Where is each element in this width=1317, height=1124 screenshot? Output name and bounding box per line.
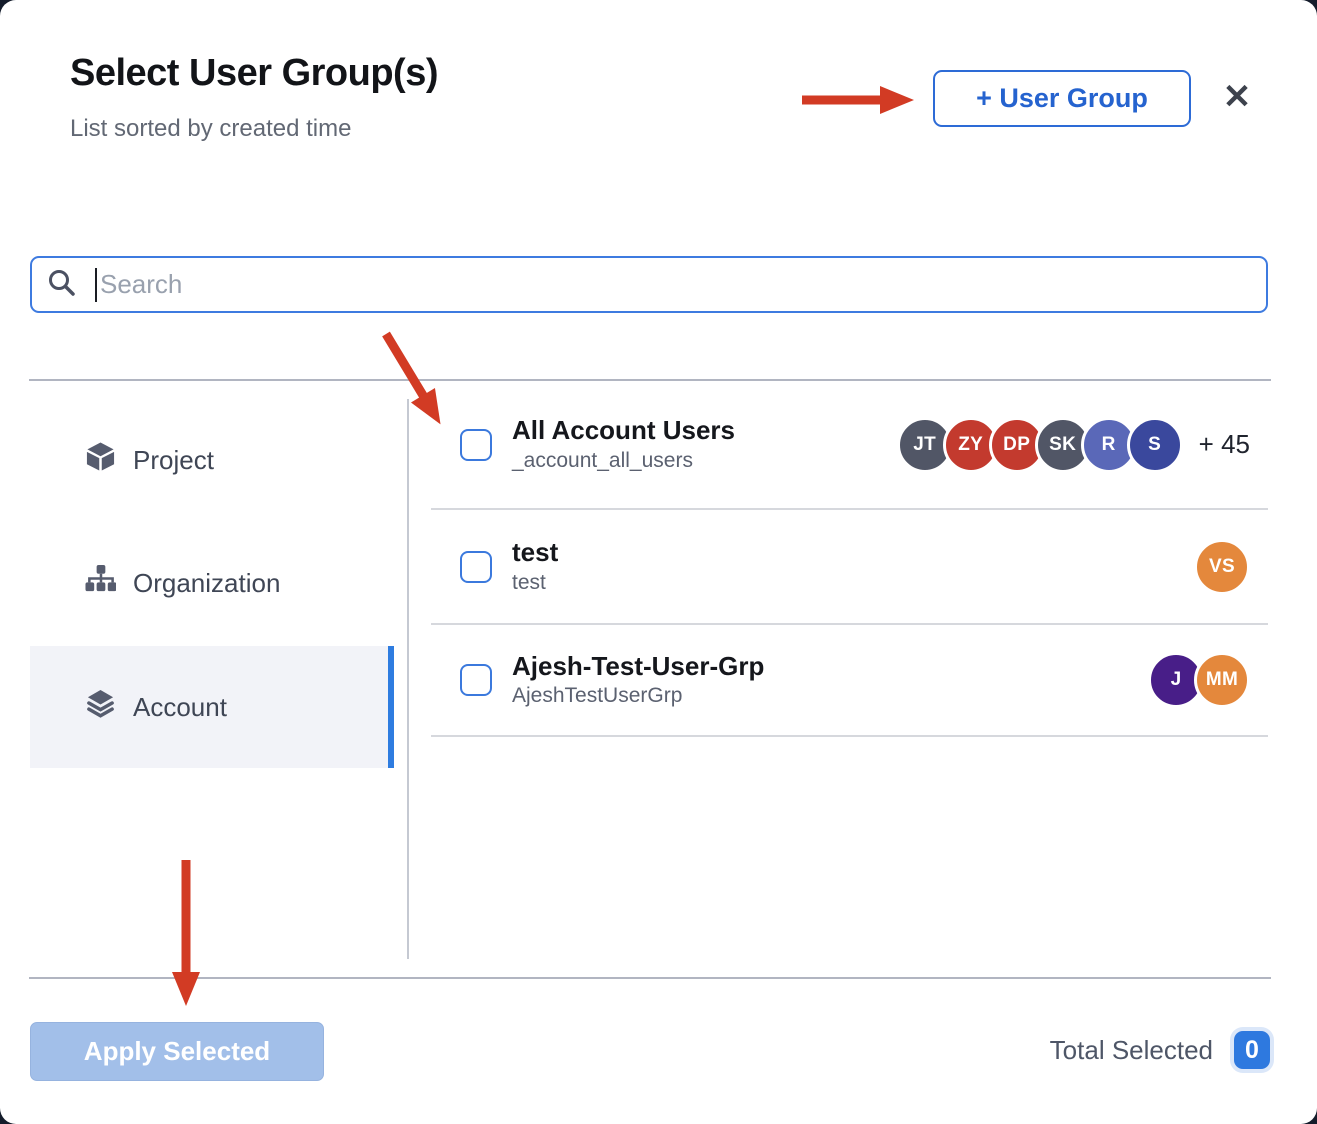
group-name: All Account Users [512,416,735,446]
group-row-all-account-users[interactable]: All Account Users _account_all_users JTZ… [431,381,1268,510]
group-id: AjeshTestUserGrp [512,684,764,708]
search-box [30,256,1268,313]
avatar-stack: JMM [1148,652,1250,708]
sidebar-item-project[interactable]: Project [30,399,394,521]
search-input[interactable] [97,268,1252,301]
search-icon [46,267,77,303]
sidebar-item-label: Account [133,692,227,723]
close-icon[interactable]: ✕ [1214,74,1260,120]
avatar-stack: VS [1194,539,1250,595]
arrow-to-first-checkbox [386,334,424,397]
cube-icon [85,441,116,479]
footer-divider [29,977,1271,979]
avatar-vs: VS [1194,539,1250,595]
avatar-s: S [1127,417,1183,473]
sidebar-divider [407,399,409,959]
avatar-overflow-count: + 45 [1199,429,1250,460]
layers-icon [85,688,116,726]
total-selected: Total Selected 0 [1050,1031,1270,1069]
user-group-list: All Account Users _account_all_users JTZ… [431,381,1268,737]
group-checkbox[interactable] [460,429,492,461]
select-user-group-dialog: Select User Group(s) List sorted by crea… [0,0,1317,1124]
avatar-stack: JTZYDPSKRS + 45 [897,417,1250,473]
apply-selected-button[interactable]: Apply Selected [30,1022,324,1081]
add-user-group-button[interactable]: + User Group [933,70,1191,127]
dialog-title: Select User Group(s) [70,52,438,95]
sidebar-item-label: Organization [133,568,280,599]
group-id: _account_all_users [512,449,735,473]
screen: Select User Group(s) List sorted by crea… [0,0,1317,1124]
total-selected-label: Total Selected [1050,1035,1213,1066]
avatar-mm: MM [1194,652,1250,708]
total-selected-count-badge: 0 [1234,1031,1270,1069]
group-name: test [512,538,558,568]
group-id: test [512,571,558,595]
group-checkbox[interactable] [460,664,492,696]
org-chart-icon [85,564,116,602]
group-checkbox[interactable] [460,551,492,583]
group-row-ajesh-test-user-grp[interactable]: Ajesh-Test-User-Grp AjeshTestUserGrp JMM [431,625,1268,737]
dialog-subtitle: List sorted by created time [70,115,351,143]
group-name: Ajesh-Test-User-Grp [512,652,764,682]
sidebar-item-label: Project [133,445,214,476]
sidebar-item-organization[interactable]: Organization [30,522,394,644]
group-row-test[interactable]: test test VS [431,510,1268,625]
sidebar-item-account[interactable]: Account [30,646,394,768]
